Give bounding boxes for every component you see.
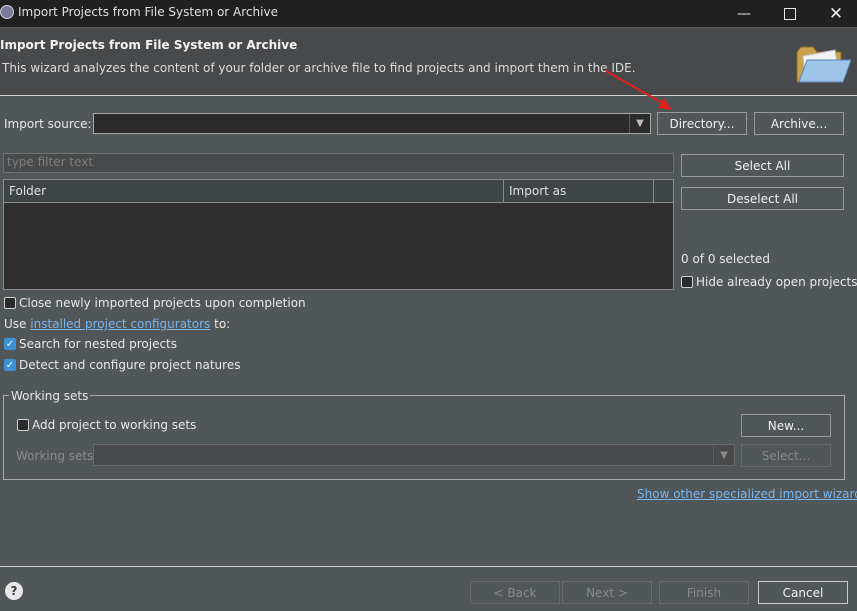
- working-sets-title: Working sets: [9, 389, 91, 403]
- help-icon[interactable]: ?: [5, 582, 23, 600]
- detect-natures-checkbox[interactable]: ✓: [4, 359, 16, 371]
- configurators-line: Use installed project configurators to:: [4, 317, 230, 331]
- title-bar: Import Projects from File System or Arch…: [0, 0, 857, 27]
- table-header: Folder Import as: [4, 180, 673, 203]
- working-sets-combo[interactable]: ▼: [93, 444, 735, 466]
- folder-icon: [796, 46, 851, 83]
- next-button[interactable]: Next >: [562, 581, 652, 604]
- import-source-combo[interactable]: ▼: [93, 113, 651, 134]
- column-header-import-as[interactable]: Import as: [509, 184, 566, 198]
- working-sets-label: Working sets:: [16, 449, 98, 463]
- selection-count: 0 of 0 selected: [681, 252, 770, 266]
- deselect-all-button[interactable]: Deselect All: [681, 187, 844, 210]
- chevron-down-icon[interactable]: ▼: [713, 445, 734, 465]
- wizard-header: Import Projects from File System or Arch…: [0, 28, 857, 95]
- close-after-checkbox[interactable]: [4, 297, 16, 309]
- import-source-label: Import source:: [4, 117, 92, 131]
- specialized-wizards-link[interactable]: Show other specialized import wizards: [637, 487, 857, 501]
- annotation-arrow: [605, 70, 672, 110]
- use-suffix: to:: [214, 317, 231, 331]
- filter-input[interactable]: type filter text: [3, 153, 674, 173]
- add-to-working-sets-label[interactable]: Add project to working sets: [32, 418, 196, 432]
- column-divider: [503, 180, 504, 203]
- minimize-icon[interactable]: —: [721, 0, 767, 27]
- detect-natures-label[interactable]: Detect and configure project natures: [19, 358, 240, 372]
- footer-separator: [0, 566, 857, 567]
- add-to-working-sets-checkbox[interactable]: [17, 419, 29, 431]
- wizard-title: Import Projects from File System or Arch…: [0, 38, 298, 52]
- configurators-link[interactable]: installed project configurators: [30, 317, 210, 331]
- search-nested-label[interactable]: Search for nested projects: [19, 337, 177, 351]
- working-sets-group: [3, 395, 845, 480]
- close-after-label[interactable]: Close newly imported projects upon compl…: [19, 296, 306, 310]
- chevron-down-icon[interactable]: ▼: [629, 114, 650, 133]
- finish-button[interactable]: Finish: [659, 581, 749, 604]
- projects-table[interactable]: Folder Import as: [3, 179, 674, 290]
- column-header-folder[interactable]: Folder: [9, 184, 46, 198]
- select-working-sets-button[interactable]: Select...: [741, 444, 831, 467]
- window-title: Import Projects from File System or Arch…: [18, 5, 278, 19]
- use-prefix: Use: [4, 317, 27, 331]
- app-icon: [0, 5, 14, 19]
- directory-button[interactable]: Directory...: [657, 112, 747, 135]
- maximize-icon[interactable]: [767, 0, 813, 27]
- wizard-description: This wizard analyzes the content of your…: [2, 61, 636, 75]
- new-working-set-button[interactable]: New...: [741, 414, 831, 437]
- column-divider: [653, 180, 654, 203]
- hide-open-projects-checkbox[interactable]: [681, 276, 693, 288]
- close-icon[interactable]: ✕: [813, 0, 857, 27]
- cancel-button[interactable]: Cancel: [758, 581, 848, 604]
- hide-open-projects-label[interactable]: Hide already open projects: [696, 275, 857, 289]
- back-button[interactable]: < Back: [470, 581, 560, 604]
- header-separator: [0, 95, 857, 96]
- select-all-button[interactable]: Select All: [681, 154, 844, 177]
- search-nested-checkbox[interactable]: ✓: [4, 338, 16, 350]
- archive-button[interactable]: Archive...: [754, 112, 844, 135]
